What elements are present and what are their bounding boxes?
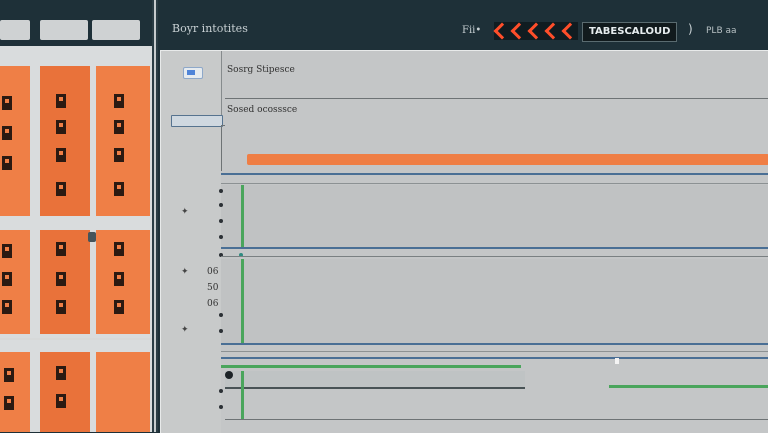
slider-track[interactable] xyxy=(225,371,525,389)
axis-number: 06 xyxy=(207,299,219,309)
filter-label[interactable]: Fii• xyxy=(462,25,481,36)
divider xyxy=(225,419,768,420)
row-dot xyxy=(219,189,223,193)
top-bar: Boyr intotites Fii• TABESCALOUD ) PLB aa xyxy=(158,0,768,48)
tab-selector[interactable] xyxy=(171,115,223,127)
timeline-bar xyxy=(241,371,244,419)
table-row[interactable] xyxy=(221,259,768,343)
grid-cell[interactable] xyxy=(40,230,90,334)
grid-cell[interactable] xyxy=(96,352,150,432)
side-column xyxy=(161,51,221,433)
row-dot xyxy=(219,235,223,239)
pane-splitter[interactable] xyxy=(152,0,158,432)
grid-cell[interactable] xyxy=(96,230,150,334)
timeline-bar xyxy=(241,185,244,247)
divider xyxy=(225,98,768,99)
grid-scroll-handle[interactable] xyxy=(88,232,96,242)
grid-header xyxy=(0,0,152,46)
status-badge[interactable]: TABESCALOUD xyxy=(582,22,678,42)
row-dot xyxy=(219,203,223,207)
grid-cell[interactable] xyxy=(40,352,90,432)
orange-grid-pane xyxy=(0,0,152,432)
row-dot xyxy=(219,313,223,317)
grid-cell[interactable] xyxy=(96,66,150,216)
primary-label: Sosrg Stipesce xyxy=(227,65,295,75)
secondary-label: Sosed ocosssce xyxy=(227,105,298,115)
grid-cell[interactable] xyxy=(0,230,30,334)
progress-bar[interactable] xyxy=(247,154,768,165)
divider xyxy=(221,125,222,171)
grid-separator xyxy=(0,338,152,340)
row-rule xyxy=(221,343,768,345)
grid-header-tab[interactable] xyxy=(40,20,88,40)
grid-cell[interactable] xyxy=(40,66,90,216)
double-chevron-icon[interactable] xyxy=(493,22,579,40)
grid-cell[interactable] xyxy=(0,66,30,216)
row-dot xyxy=(219,389,223,393)
row-dot xyxy=(219,405,223,409)
star-marker-icon[interactable]: ✦ xyxy=(181,207,189,217)
row-dot xyxy=(219,329,223,333)
slider-handle[interactable] xyxy=(225,371,233,379)
row-tick xyxy=(615,358,619,364)
divider xyxy=(221,183,768,184)
topbar-right-label: PLB aa xyxy=(706,26,737,36)
timeline-bar xyxy=(241,259,244,343)
toggle-icon[interactable] xyxy=(183,67,203,79)
star-marker-icon[interactable]: ✦ xyxy=(181,267,189,277)
grid-header-tab[interactable] xyxy=(92,20,140,40)
divider xyxy=(221,256,768,257)
main-panel: Sosrg Stipesce Sosed ocosssce ✦ ✦ ✦ 06 5… xyxy=(160,50,768,433)
table-row[interactable] xyxy=(221,185,768,247)
progress-track xyxy=(221,365,521,368)
row-rule xyxy=(221,247,768,249)
axis-number: 50 xyxy=(207,283,219,293)
divider xyxy=(221,351,768,352)
row-dot xyxy=(219,219,223,223)
badge-close-icon[interactable]: ) xyxy=(688,22,693,36)
axis-number: 06 xyxy=(207,267,219,277)
row-rule xyxy=(221,357,768,359)
progress-track xyxy=(609,385,768,388)
window-title: Boyr intotites xyxy=(172,22,248,35)
grid-cell[interactable] xyxy=(0,352,30,432)
row-rule xyxy=(221,173,768,175)
star-marker-icon[interactable]: ✦ xyxy=(181,325,189,335)
grid-header-tab[interactable] xyxy=(0,20,30,40)
